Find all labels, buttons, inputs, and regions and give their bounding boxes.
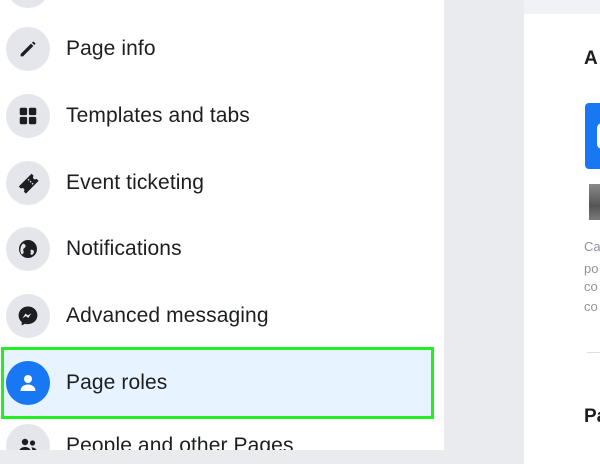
section-heading: A [584,48,598,69]
grid-icon [6,94,50,138]
sidebar-item-event-ticketing[interactable]: Event ticketing [0,150,432,216]
description-line: Ca [584,239,600,254]
sidebar-item-label: Templates and tabs [66,104,250,127]
description-line: co [584,299,598,314]
partial-icon-circle [6,0,50,8]
sidebar-item-advanced-messaging[interactable]: Advanced messaging [0,283,432,349]
sidebar-item-people-and-other-pages[interactable]: People and other Pages [0,413,432,450]
messenger-icon [6,294,50,338]
ticket-icon [6,161,50,205]
sidebar-item-label: People and other Pages [66,434,294,450]
description-line: co [584,279,598,294]
sidebar-item-page-roles[interactable]: Page roles [1,347,434,419]
main-panel [444,0,600,464]
globe-icon [6,227,50,271]
sidebar-item-label: Page info [66,37,156,60]
sidebar-item-label: Advanced messaging [66,304,269,327]
sidebar-item-label: Notifications [66,237,182,260]
sidebar-item-page-info[interactable]: Page info [0,16,432,82]
divider [587,352,600,353]
section-heading: Pa [584,406,600,427]
sidebar-item-templates-and-tabs[interactable]: Templates and tabs [0,83,432,149]
person-icon [6,361,50,405]
pencil-icon [6,27,50,71]
sidebar-item-label: Event ticketing [66,171,205,194]
sidebar-item-notifications[interactable]: Notifications [0,216,432,282]
assign-button[interactable] [585,103,600,169]
profile-thumbnail [589,184,600,220]
card-top-strip [524,0,600,14]
sidebar: Page info Templates and tabs Event ticke… [0,0,444,450]
sidebar-item-label: Page roles [66,371,168,394]
people-icon [6,424,50,450]
